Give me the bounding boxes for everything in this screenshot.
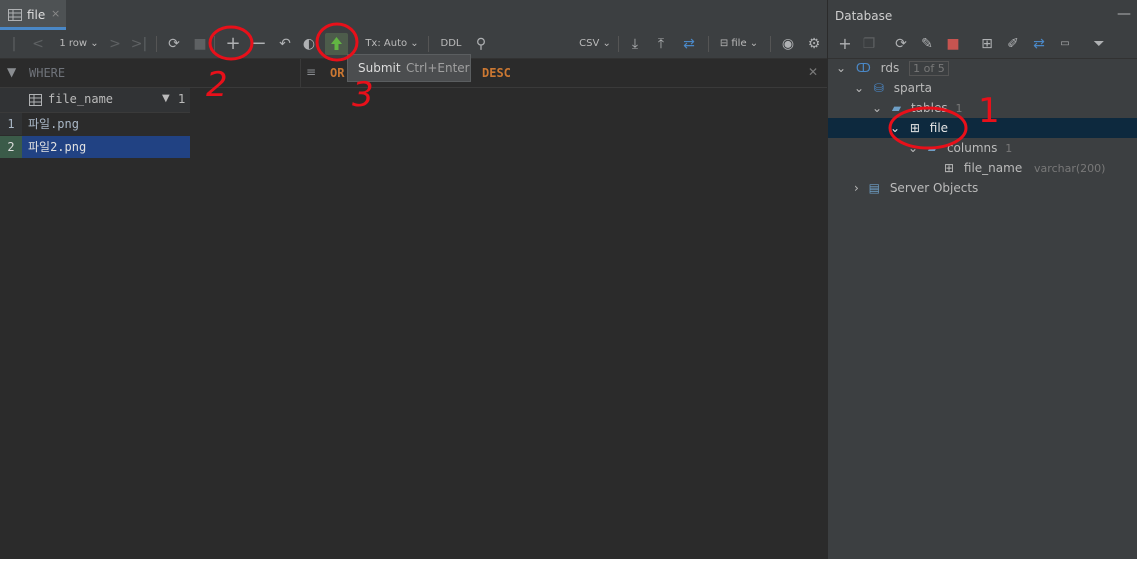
gear-icon[interactable]: ⚙ (804, 30, 824, 58)
server-objects-icon: ▤ (868, 181, 880, 195)
stop-icon[interactable]: ■ (944, 30, 962, 58)
tree-label: Server Objects (889, 181, 979, 195)
chevron-down-icon: ⌄ (854, 81, 865, 95)
table-selector-label: file (731, 38, 747, 49)
add-icon[interactable]: + (836, 30, 854, 58)
folder-icon: ▰ (927, 141, 938, 155)
filter-icon: ▼ (7, 65, 17, 79)
upload-icon[interactable]: ⤒ (652, 30, 670, 58)
tree-label: rds (880, 61, 900, 75)
tree-label: file_name (963, 161, 1023, 175)
arrow-up-icon (331, 37, 342, 50)
order-by-input[interactable]: OR (330, 66, 344, 80)
close-icon[interactable]: × (51, 7, 60, 20)
tx-mode-label: Tx: Auto (365, 38, 408, 49)
sort-desc-icon[interactable]: ▼ (162, 93, 170, 104)
chevron-down-icon: ⌄ (908, 141, 919, 155)
database-panel: Database — + ❐ ⟳ ✎ ■ ⊞ ✐ ⇄ ▭ ⏷ ⌄ ↀ rds 1… (827, 0, 1137, 559)
datasource-icon: ↀ (855, 61, 871, 75)
export-format-label: CSV (579, 38, 600, 49)
folder-icon: ▰ (891, 101, 902, 115)
column-type: varchar(200) (1034, 162, 1106, 175)
tree-label: file (929, 121, 949, 135)
row-number: 1 (0, 113, 22, 135)
next-page-icon[interactable]: > (108, 30, 122, 58)
sort-icon: ≡ (306, 65, 317, 79)
table-selector-dropdown[interactable]: ⊟ file ⌄ (716, 30, 762, 58)
compare-icon[interactable]: ⇄ (678, 30, 700, 58)
schema-icon: ⛁ (873, 81, 884, 95)
tree-item-rds[interactable]: ⌄ ↀ rds 1 of 5 (836, 58, 949, 78)
stop-icon[interactable]: ■ (190, 30, 210, 58)
tooltip-shortcut: Ctrl+Enter (406, 61, 470, 75)
view-icon[interactable]: ◉ (778, 30, 798, 58)
table-row[interactable]: 1 파일.png (0, 113, 190, 135)
database-toolbar: + ❐ ⟳ ✎ ■ ⊞ ✐ ⇄ ▭ ⏷ (828, 30, 1137, 59)
table-icon: ⊞ (909, 121, 920, 135)
column-icon (29, 94, 42, 106)
column-header[interactable]: file_name ▼ 1 (0, 88, 190, 113)
rows-label: 1 row (59, 38, 88, 49)
tree-item-file-table[interactable]: ⌄ ⊞ file (890, 118, 948, 138)
edit-icon[interactable]: ✐ (1004, 30, 1022, 58)
delete-row-button[interactable]: − (249, 30, 269, 58)
revert-icon[interactable]: ↶ (275, 30, 295, 58)
table-icon (8, 9, 22, 21)
close-icon[interactable]: ✕ (808, 65, 818, 79)
where-input[interactable]: WHERE (29, 66, 65, 80)
filter-icon[interactable]: ⏷ (1090, 30, 1108, 58)
tree-item-column-file-name[interactable]: ⊞ file_name varchar(200) (944, 158, 1105, 178)
tree-item-sparta[interactable]: ⌄ ⛁ sparta (854, 78, 932, 98)
table-view-icon[interactable]: ⊞ (978, 30, 996, 58)
search-icon[interactable]: ⚲ (472, 30, 490, 58)
columns-count: 1 (1005, 142, 1013, 155)
minimize-icon[interactable]: — (1117, 6, 1131, 22)
tree-label: sparta (893, 81, 932, 95)
preview-icon[interactable]: ◐ (300, 30, 318, 58)
console-icon[interactable]: ▭ (1056, 30, 1074, 58)
compare-icon[interactable]: ⇄ (1030, 30, 1048, 58)
column-icon: ⊞ (944, 161, 955, 175)
tree-item-columns[interactable]: ⌄ ▰ columns 1 (908, 138, 1012, 158)
prev-page-icon[interactable]: < (30, 30, 46, 58)
tree-item-server-objects[interactable]: › ▤ Server Objects (854, 178, 978, 198)
chevron-down-icon: ⌄ (890, 121, 901, 135)
properties-icon[interactable]: ✎ (918, 30, 936, 58)
tree-selection-highlight (828, 118, 1137, 138)
chevron-down-icon: ⌄ (872, 101, 883, 115)
submit-tooltip: Submit Ctrl+Enter (347, 54, 471, 82)
tree-item-tables[interactable]: ⌄ ▰ tables 1 (872, 98, 962, 118)
editor-tab-bar: file × (0, 0, 827, 31)
tree-label: columns (946, 141, 998, 155)
tables-count: 1 (955, 102, 963, 115)
refresh-icon[interactable]: ⟳ (892, 30, 910, 58)
cell-file-name[interactable]: 파일.png (24, 113, 79, 135)
rows-dropdown[interactable]: 1 row ⌄ (56, 30, 102, 58)
tab-label: file (27, 8, 46, 22)
data-editor-panel: file × |< < 1 row ⌄ > >| ⟳ ■ + − ↶ ◐ Tx:… (0, 0, 827, 559)
tooltip-action: Submit (358, 61, 401, 75)
sort-order-number: 1 (178, 92, 186, 106)
export-format-dropdown[interactable]: CSV ⌄ (578, 30, 612, 58)
copy-icon[interactable]: ❐ (860, 30, 878, 58)
refresh-icon[interactable]: ⟳ (164, 30, 184, 58)
last-page-icon[interactable]: >| (130, 30, 148, 58)
chevron-down-icon: ⌄ (836, 61, 847, 75)
panel-title: Database (835, 9, 893, 23)
tree-label: tables (910, 101, 948, 115)
column-name: file_name (48, 92, 114, 106)
add-row-button[interactable]: + (223, 30, 243, 58)
table-row[interactable]: 2 파일2.png (0, 136, 190, 158)
submit-button[interactable] (325, 33, 348, 55)
chevron-right-icon: › (854, 181, 859, 195)
tab-file[interactable]: file × (0, 0, 66, 30)
row-number: 2 (0, 136, 22, 158)
datasource-count-badge: 1 of 5 (909, 61, 949, 76)
cell-file-name[interactable]: 파일2.png (24, 136, 86, 158)
order-desc-text: DESC (482, 66, 511, 80)
download-icon[interactable]: ⤓ (626, 30, 644, 58)
first-page-icon[interactable]: |< (6, 30, 22, 80)
